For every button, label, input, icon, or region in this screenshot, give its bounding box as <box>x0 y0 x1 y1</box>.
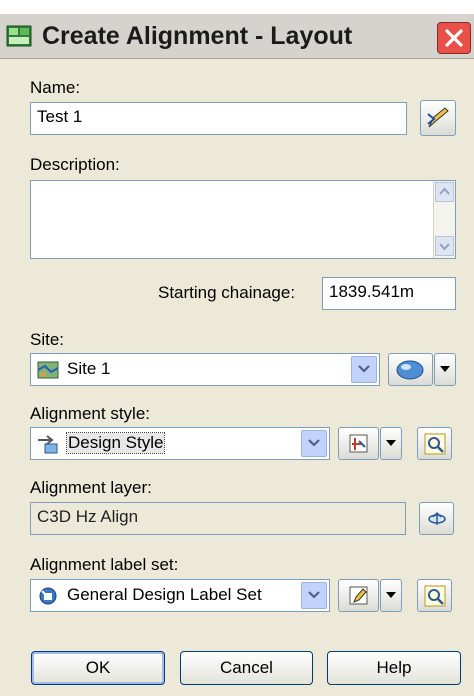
layer-icon <box>428 511 446 525</box>
site-globe-icon <box>396 360 424 380</box>
alignment-layer-field: C3D Hz Align <box>30 502 406 535</box>
chevron-down-icon <box>308 439 320 447</box>
alignment-label-set-menu-arrow[interactable] <box>380 579 402 612</box>
label-set-icon <box>39 587 57 605</box>
site-options-menu-arrow[interactable] <box>434 353 456 386</box>
alignment-label-set-label: Alignment label set: <box>30 555 179 574</box>
site-map-icon <box>37 361 59 379</box>
pencil-edit-icon <box>427 107 449 128</box>
alignment-style-menu-arrow[interactable] <box>380 427 402 460</box>
magnifier-icon <box>424 433 446 455</box>
cancel-button[interactable]: Cancel <box>180 651 313 685</box>
name-edit-button[interactable] <box>420 100 456 136</box>
alignment-label-set-edit-button[interactable] <box>338 579 379 612</box>
alignment-style-dropdown[interactable]: Design Style <box>30 427 330 460</box>
description-field[interactable] <box>30 180 456 259</box>
site-label: Site: <box>30 330 65 349</box>
top-strip <box>0 0 474 14</box>
alignment-layer-label: Alignment layer: <box>30 478 152 497</box>
starting-chainage-label: Starting chainage: <box>158 283 296 302</box>
alignment-style-value: Design Style <box>65 432 166 454</box>
scroll-up-button[interactable] <box>435 182 454 202</box>
alignment-style-icon <box>38 435 58 454</box>
alignment-style-edit-button[interactable] <box>338 427 379 460</box>
chevron-down-icon <box>358 365 370 373</box>
alignment-label-set-value: General Design Label Set <box>67 585 262 604</box>
alignment-label-set-dropdown[interactable]: General Design Label Set <box>30 579 330 612</box>
caret-down-icon <box>386 440 396 446</box>
ok-button[interactable]: OK <box>31 651 165 685</box>
help-button[interactable]: Help <box>327 651 461 685</box>
create-alignment-dialog: Create Alignment - Layout Name: Test 1 D… <box>0 0 474 696</box>
alignment-label-set-preview-button[interactable] <box>417 579 452 612</box>
description-label: Description: <box>30 155 120 174</box>
style-edit-icon <box>349 434 368 453</box>
close-button[interactable] <box>437 22 471 54</box>
chevron-up-icon <box>439 187 450 195</box>
alignment-style-label: Alignment style: <box>30 404 150 423</box>
caret-down-icon <box>440 366 450 372</box>
app-icon <box>6 25 32 47</box>
alignment-style-preview-button[interactable] <box>417 427 452 460</box>
description-scrollbar[interactable] <box>433 181 455 258</box>
magnifier-icon <box>424 585 446 607</box>
chevron-down-icon <box>308 591 320 599</box>
site-dropdown[interactable]: Site 1 <box>30 353 380 386</box>
close-icon <box>445 29 463 47</box>
alignment-style-dropdown-arrow[interactable] <box>301 430 327 457</box>
alignment-label-set-dropdown-arrow[interactable] <box>301 582 327 609</box>
caret-down-icon <box>386 592 396 598</box>
scroll-down-button[interactable] <box>435 236 454 256</box>
site-value: Site 1 <box>67 359 111 378</box>
starting-chainage-field[interactable]: 1839.541m <box>322 277 456 310</box>
site-options-button[interactable] <box>388 353 433 386</box>
pencil-edit-icon <box>349 586 368 605</box>
name-label: Name: <box>30 78 81 97</box>
window-title: Create Alignment - Layout <box>42 22 353 50</box>
chevron-down-icon <box>439 243 450 251</box>
alignment-layer-button[interactable] <box>419 502 454 535</box>
site-dropdown-arrow[interactable] <box>351 356 377 383</box>
name-field[interactable]: Test 1 <box>30 102 407 135</box>
title-bar[interactable]: Create Alignment - Layout <box>0 14 474 59</box>
